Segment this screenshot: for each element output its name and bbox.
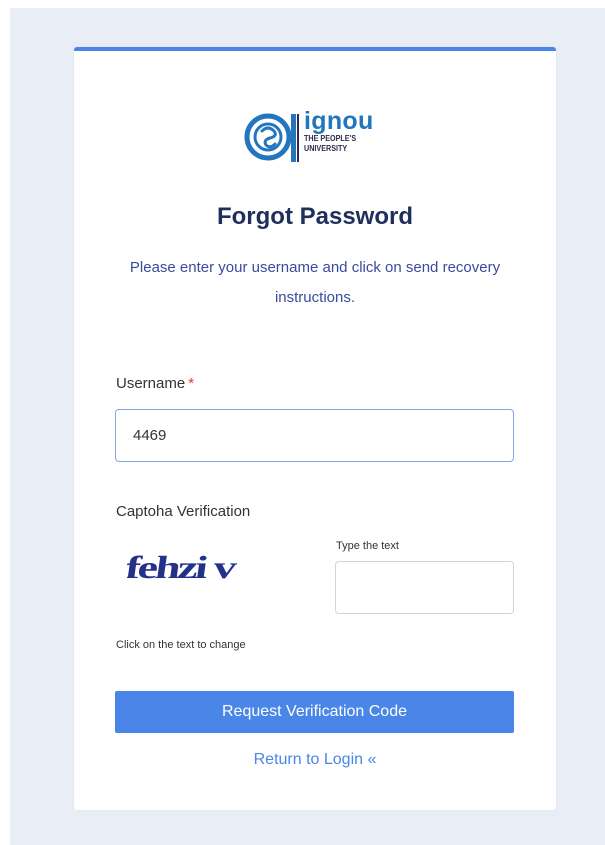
captcha-text: fehzi v bbox=[127, 549, 240, 585]
logo-text: ignou THE PEOPLE'S UNIVERSITY bbox=[304, 108, 374, 154]
required-marker: * bbox=[188, 375, 195, 392]
ignou-logo: ignou THE PEOPLE'S UNIVERSITY bbox=[244, 106, 389, 176]
request-verification-code-button[interactable]: Request Verification Code bbox=[115, 691, 514, 733]
username-input[interactable] bbox=[115, 409, 514, 462]
forgot-password-card: ignou THE PEOPLE'S UNIVERSITY Forgot Pas… bbox=[74, 47, 556, 810]
captcha-image[interactable]: fehzi v bbox=[127, 544, 242, 589]
logo-tagline-line1: THE PEOPLE'S bbox=[304, 134, 357, 143]
ignou-emblem-icon bbox=[244, 113, 299, 162]
captcha-label: Captoha Verification bbox=[116, 503, 251, 520]
captcha-hint: Type the text bbox=[336, 540, 399, 552]
page-title: Forgot Password bbox=[216, 203, 414, 230]
username-label-text: Username bbox=[116, 375, 186, 392]
captcha-input[interactable] bbox=[335, 561, 514, 614]
username-label: Username * bbox=[116, 375, 194, 392]
captcha-change-hint: Click on the text to change bbox=[116, 639, 246, 651]
logo-tagline-line2: UNIVERSITY bbox=[304, 144, 348, 153]
page-subtitle: Please enter your username and click on … bbox=[129, 259, 501, 306]
return-to-login-link[interactable]: Return to Login « bbox=[74, 751, 556, 769]
logo-name: ignou bbox=[304, 107, 374, 135]
